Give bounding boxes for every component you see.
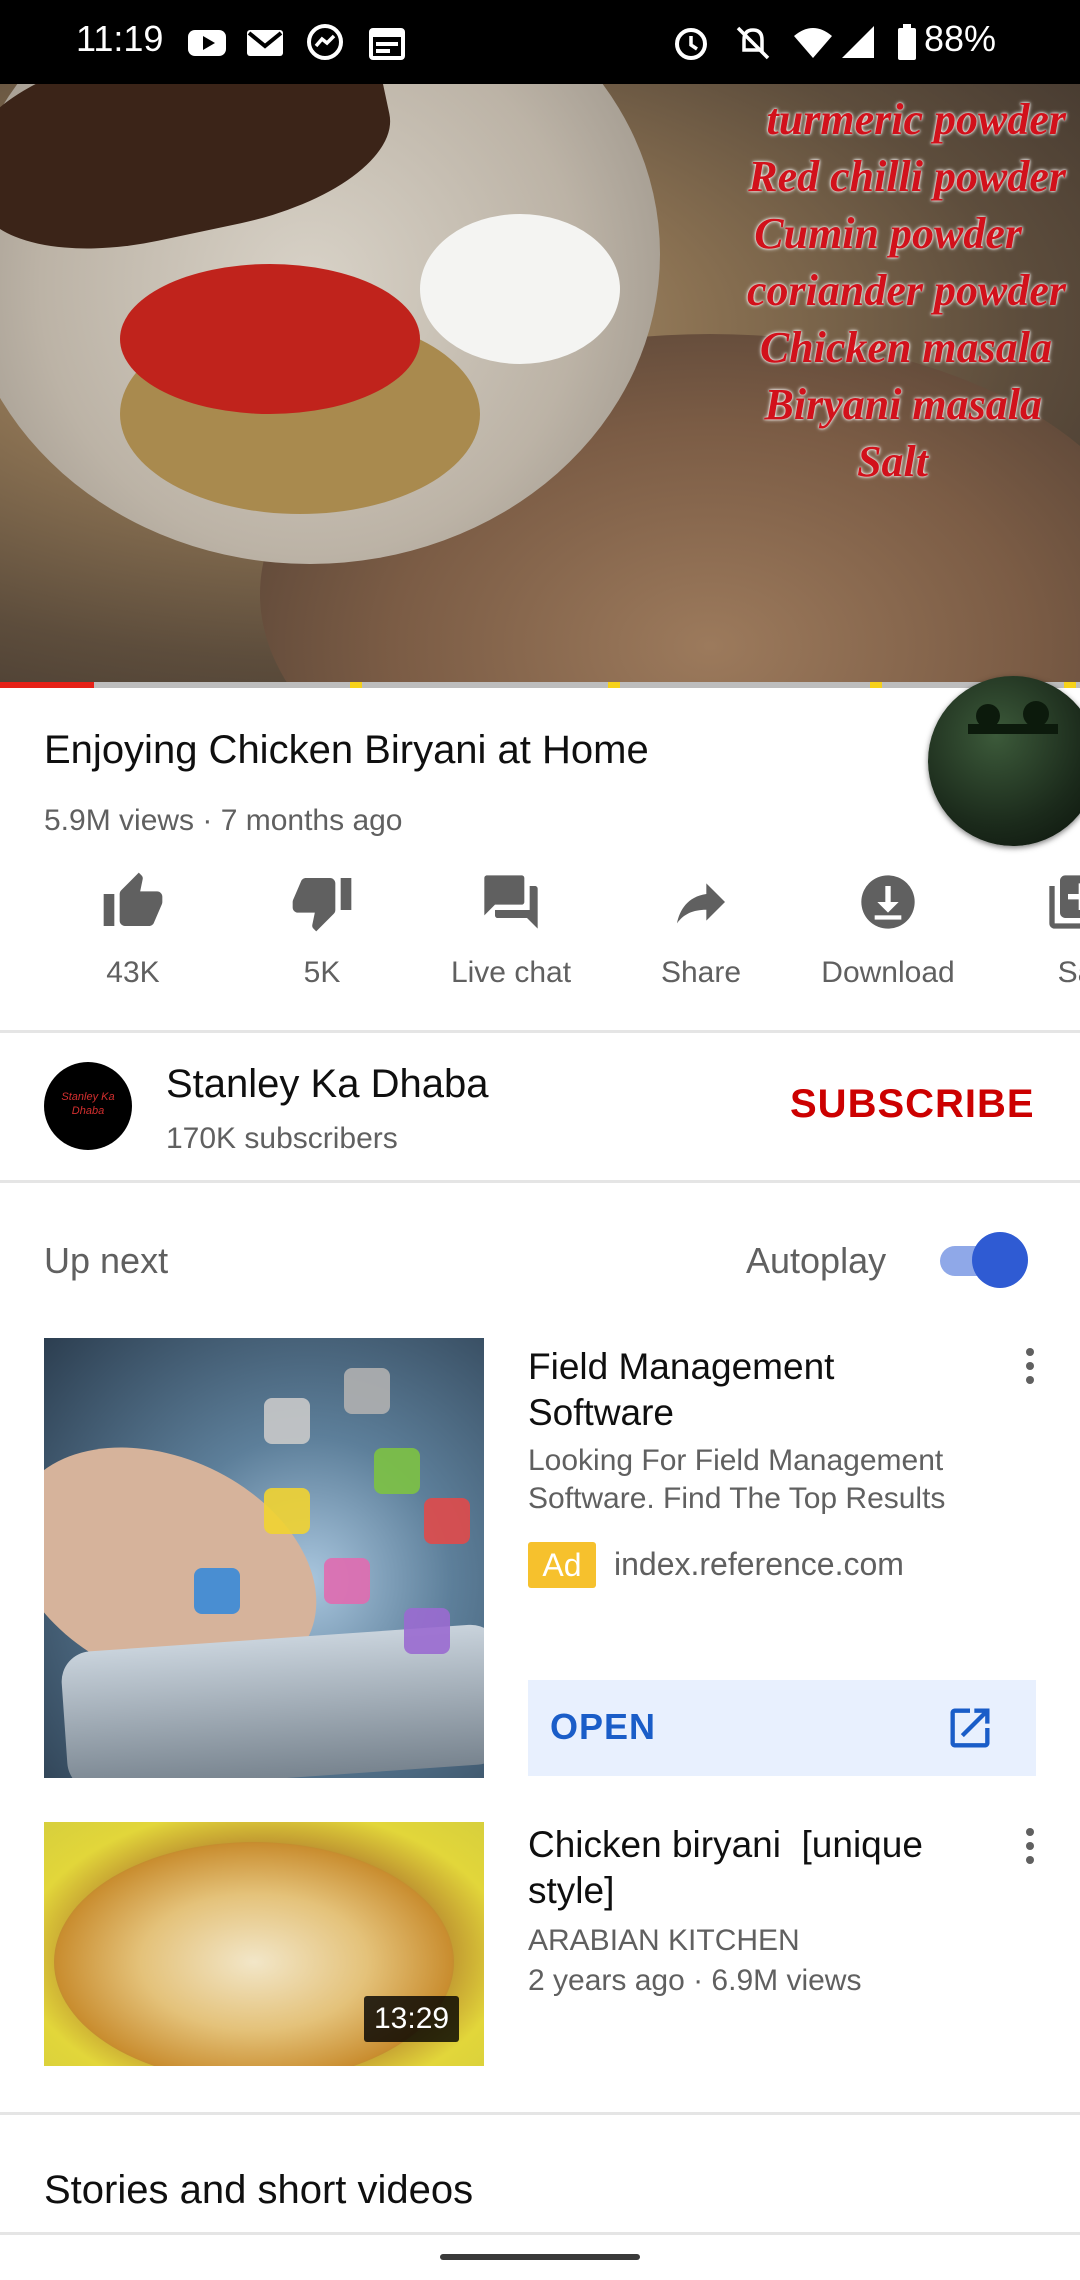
status-time: 11:19 [76, 18, 164, 59]
ad-domain: index.reference.com [614, 1546, 904, 1582]
subscribe-button[interactable]: SUBSCRIBE [790, 1082, 1035, 1127]
divider [0, 1030, 1080, 1033]
ad-title[interactable]: Field Management Software [528, 1344, 968, 1436]
save-label: Sa [1057, 956, 1080, 989]
share-label: Share [660, 956, 742, 989]
overlay-text-line: coriander powder [747, 266, 1066, 315]
messenger-icon [307, 24, 343, 60]
app-cube-image [424, 1498, 470, 1544]
download-button[interactable]: Download [808, 870, 968, 990]
thumbs-up-icon [103, 872, 163, 926]
video-progress-fill [0, 682, 94, 688]
live-chat-label: Live chat [450, 956, 572, 989]
overlay-text-line: Salt [857, 437, 928, 486]
share-icon [677, 883, 725, 924]
overlay-text-line: turmeric powder [766, 95, 1066, 144]
autoplay-label: Autoplay [746, 1240, 887, 1281]
ad-thumbnail[interactable] [44, 1338, 484, 1778]
ad-open-button[interactable]: OPEN [528, 1680, 1036, 1776]
silhouette-image [968, 701, 1058, 734]
ad-description: Looking For Field Management Software. F… [528, 1444, 946, 1515]
video-card-title[interactable]: Chicken biryani [unique style] [528, 1822, 978, 1914]
toggle-knob [972, 1232, 1028, 1288]
divider [0, 2112, 1080, 2115]
external-link-icon [950, 1708, 990, 1748]
ad-marker [350, 682, 362, 688]
video-meta: 5.9M views · 7 months ago [44, 804, 403, 837]
dislike-button[interactable]: 5K [242, 870, 402, 990]
app-cube-image [404, 1608, 450, 1654]
download-icon [861, 875, 915, 929]
video-card-channel[interactable]: ARABIAN KITCHEN [528, 1924, 800, 1958]
channel-story-thumbnail[interactable] [928, 676, 1080, 846]
signal-icon [842, 26, 874, 58]
thumbs-down-icon [292, 878, 352, 932]
ad-marker [870, 682, 882, 688]
ad-open-label: OPEN [550, 1706, 657, 1747]
download-label: Download [821, 956, 955, 989]
channel-name[interactable]: Stanley Ka Dhaba [166, 1062, 488, 1107]
stories-heading: Stories and short videos [44, 2168, 474, 2212]
more-options-icon[interactable] [1018, 1344, 1042, 1388]
more-options-icon[interactable] [1018, 1824, 1042, 1868]
divider [0, 2232, 1080, 2235]
up-next-label: Up next [44, 1240, 169, 1281]
salt-image [420, 214, 620, 364]
channel-avatar[interactable]: Stanley Ka Dhaba [44, 1062, 132, 1150]
video-duration: 13:29 [364, 1996, 460, 2042]
divider [0, 1180, 1080, 1183]
live-chat-icon [484, 875, 538, 929]
autoplay-toggle[interactable] [936, 1232, 1028, 1288]
channel-logo-text: Stanley Ka Dhaba [61, 1091, 115, 1117]
ad-marker [1064, 682, 1076, 688]
chilli-powder-image [120, 264, 420, 414]
like-button[interactable]: 43K [53, 870, 213, 990]
save-button[interactable]: Sa [996, 870, 1080, 990]
status-bar: 11:19 88% [0, 0, 1080, 84]
share-button[interactable]: Share [621, 870, 781, 990]
battery-icon [898, 24, 916, 60]
dislike-count: 5K [303, 956, 341, 989]
mute-icon [736, 26, 770, 60]
wifi-icon [794, 28, 832, 58]
save-icon [1049, 875, 1080, 929]
home-indicator[interactable] [440, 2254, 640, 2260]
calendar-icon [369, 28, 405, 60]
video-title[interactable]: Enjoying Chicken Biryani at Home [44, 728, 649, 773]
live-chat-button[interactable]: Live chat [431, 870, 591, 990]
overlay-text-line: Red chilli powder [748, 152, 1066, 201]
battery-percent: 88% [924, 18, 997, 59]
overlay-text-line: Biryani masala [764, 380, 1043, 429]
ad-marker [608, 682, 620, 688]
gmail-icon [247, 30, 283, 56]
app-cube-image [324, 1558, 370, 1604]
ad-badge: Ad [528, 1542, 596, 1588]
video-card-meta: 2 years ago · 6.9M views [528, 1964, 862, 1997]
youtube-icon [188, 30, 226, 56]
alarm-icon [675, 28, 707, 60]
app-cube-image [374, 1448, 420, 1494]
channel-subscriber-count: 170K subscribers [166, 1122, 398, 1155]
video-progress-bar[interactable] [0, 682, 1080, 688]
app-cube-image [264, 1488, 310, 1534]
video-player[interactable]: turmeric powder Red chilli powder Cumin … [0, 84, 1080, 688]
app-cube-image [264, 1398, 310, 1444]
overlay-text-line: Chicken masala [759, 323, 1052, 372]
overlay-text-line: Cumin powder [754, 209, 1022, 258]
app-cube-image [344, 1368, 390, 1414]
like-count: 43K [106, 956, 160, 989]
app-cube-image [194, 1568, 240, 1614]
